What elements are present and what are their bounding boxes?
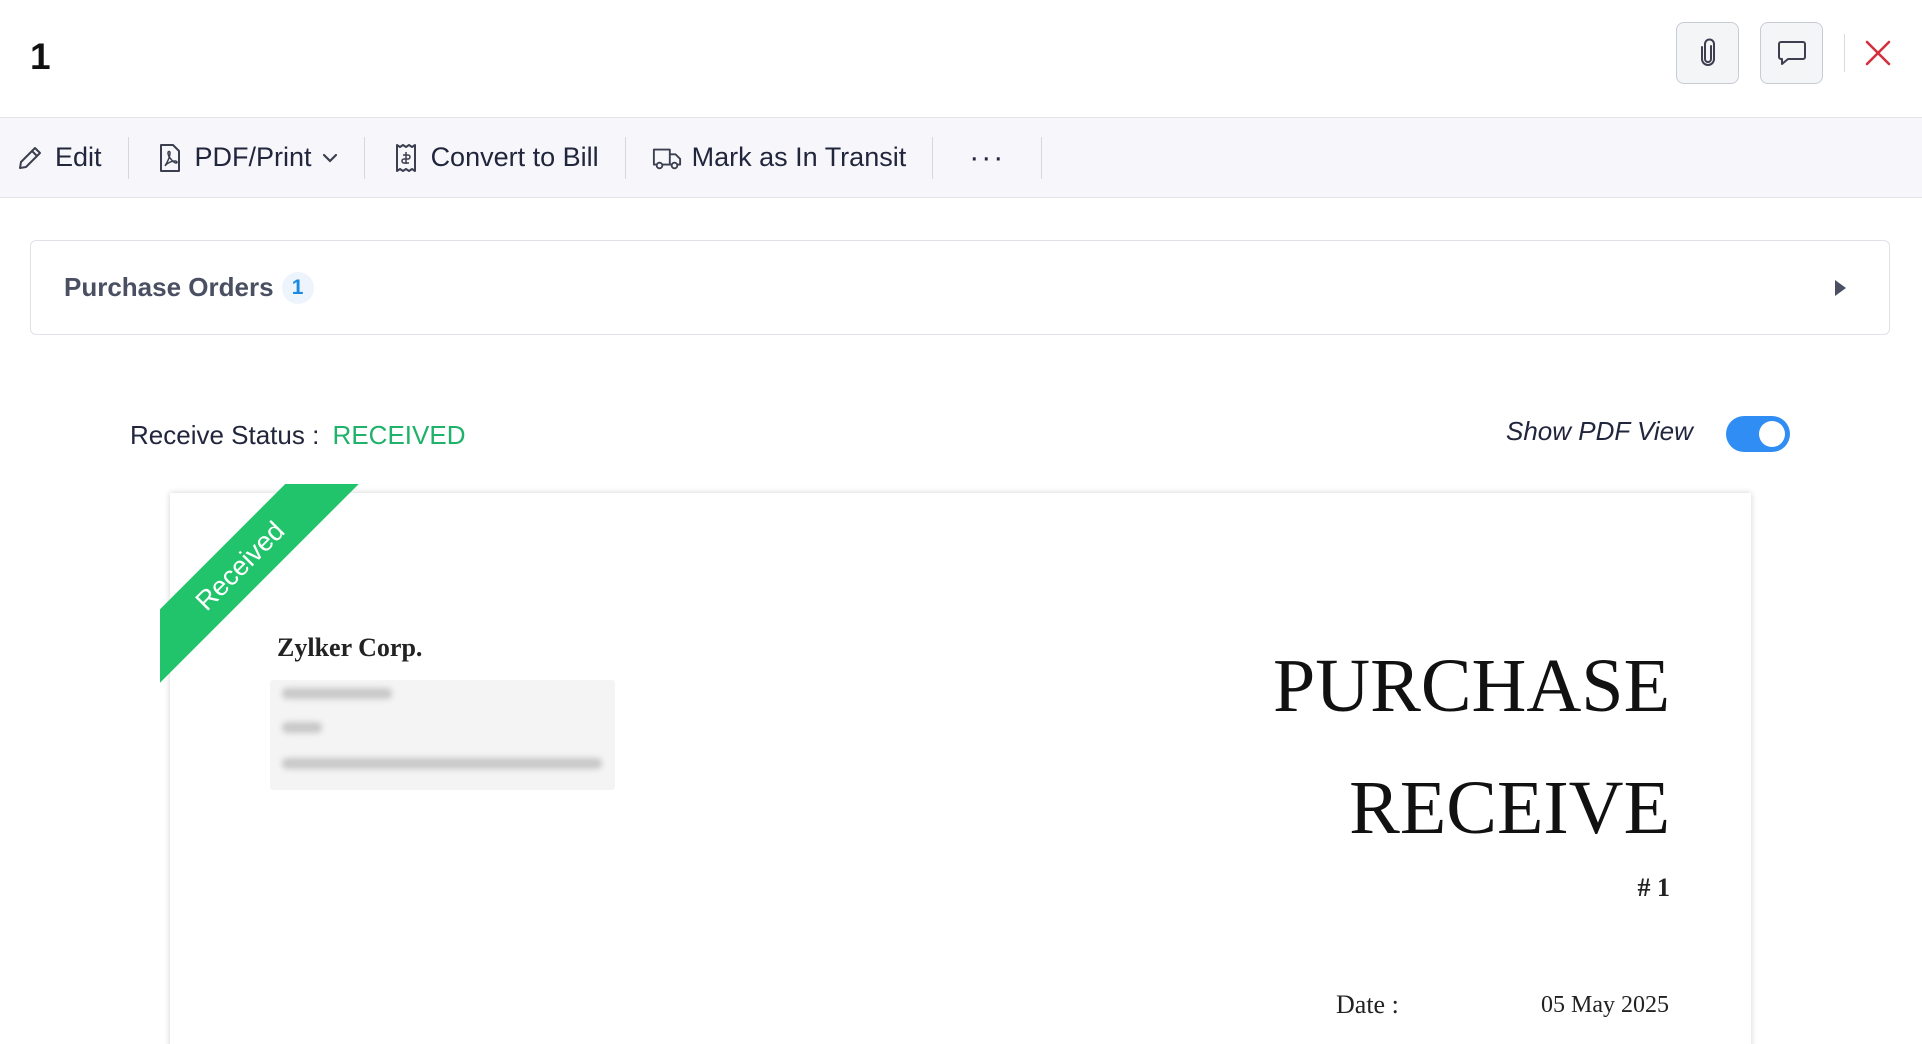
purchase-orders-count-badge: 1 [281,271,314,304]
attach-button[interactable] [1676,22,1739,84]
header-divider [1844,34,1845,72]
comment-button[interactable] [1760,22,1823,84]
convert-to-bill-label: Convert to Bill [430,142,599,172]
purchase-orders-label: Purchase Orders [64,272,274,302]
receive-status-value: RECEIVED [332,420,466,450]
receive-status-label: Receive Status : [130,420,320,450]
show-pdf-view-label: Show PDF View [1506,416,1693,446]
pencil-icon [15,143,45,173]
date-label: Date : [1336,990,1399,1019]
close-button[interactable] [1858,30,1898,76]
toolbar-divider [1041,136,1043,179]
action-toolbar: Edit PDF/Print Convert to Bill Mark as I… [0,117,1922,198]
date-value: 05 May 2025 [1541,992,1669,1018]
mark-in-transit-button[interactable]: Mark as In Transit [626,118,933,197]
convert-to-bill-button[interactable]: Convert to Bill [365,118,625,197]
ellipsis-icon: ··· [969,140,1006,174]
truck-icon [652,143,682,173]
close-icon [1865,40,1891,66]
purchase-orders-panel[interactable]: Purchase Orders 1 [30,240,1890,335]
paperclip-icon [1700,38,1715,66]
pdf-print-label: PDF/Print [194,142,312,172]
edit-label: Edit [55,142,102,172]
detail-header: 1 [0,0,1922,118]
document-title-line1: PURCHASE [1273,644,1670,728]
page-title: 1 [30,36,51,77]
pdf-print-button[interactable]: PDF/Print [129,118,364,197]
comment-icon [1777,41,1806,65]
receipt-icon [391,143,421,173]
show-pdf-view-toggle[interactable] [1726,416,1790,452]
more-actions-button[interactable]: ··· [933,118,1041,197]
edit-button[interactable]: Edit [0,118,128,197]
document-title-line2: RECEIVE [1349,766,1670,850]
triangle-right-icon[interactable] [1833,279,1847,302]
redacted-address [270,680,615,790]
document-number: # 1 [1637,873,1671,902]
mark-in-transit-label: Mark as In Transit [691,142,907,172]
pdf-file-icon [155,143,185,173]
purchase-receive-detail: 1 Edit PDF/Print Convert to Bill Mark as… [0,0,1922,1044]
toggle-knob [1759,421,1785,447]
chevron-down-icon [322,153,338,163]
company-name: Zylker Corp. [277,633,423,662]
receive-status: Receive Status : RECEIVED [130,420,465,451]
